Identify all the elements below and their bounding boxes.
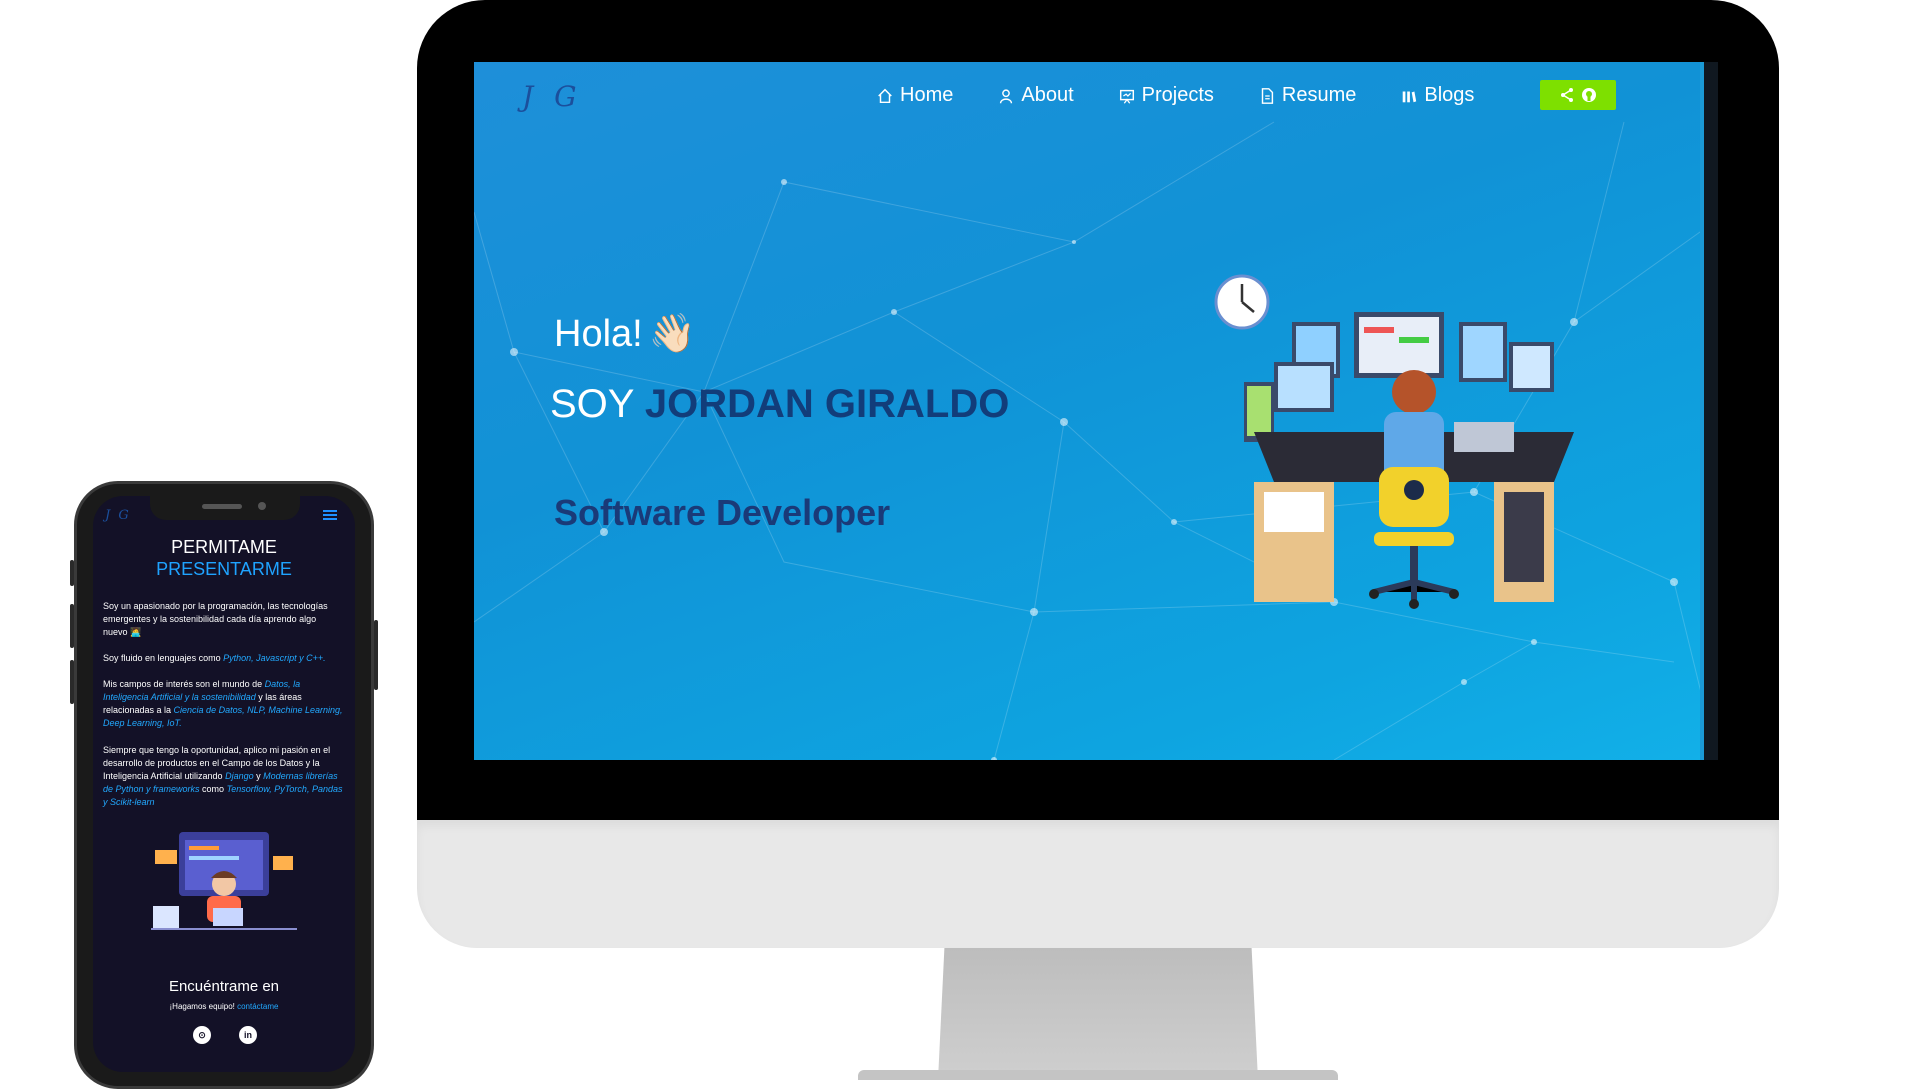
p4-django: Django: [225, 771, 254, 781]
nav-about-label: About: [1021, 84, 1074, 106]
nav-about[interactable]: About: [997, 84, 1074, 107]
navbar: J G Home About Projects Resume Blogs: [474, 62, 1700, 132]
github-icon[interactable]: ⊙: [193, 1026, 211, 1044]
p2-text: Soy fluido en lenguajes como: [103, 653, 224, 663]
phone-paragraph-4: Siempre que tengo la oportunidad, aplico…: [103, 744, 343, 809]
linkedin-icon[interactable]: in: [239, 1026, 257, 1044]
scrollbar[interactable]: [1700, 62, 1718, 760]
p4-text-3: como: [199, 784, 227, 794]
nav-menu: Home About Projects Resume Blogs: [876, 84, 1474, 107]
nav-home[interactable]: Home: [876, 84, 953, 107]
contact-cta-text: ¡Hagamos equipo!: [169, 1002, 238, 1011]
github-icon: [1582, 88, 1596, 102]
name-highlight: JORDAN GIRALDO: [644, 382, 1010, 426]
library-icon: [1403, 91, 1417, 102]
nav-resume-label: Resume: [1281, 84, 1357, 106]
phone-notch: [150, 494, 300, 520]
hero-greeting: Hola! 👋🏻: [554, 312, 696, 356]
find-me-heading: Encuéntrame en: [168, 978, 280, 995]
developer-illustration: [1214, 274, 1574, 609]
greeting-text: Hola!: [554, 313, 643, 355]
hero-name: SOY JORDAN GIRALDO: [550, 382, 1009, 427]
monitor-stand: [938, 948, 1258, 1080]
nav-resume[interactable]: Resume: [1258, 84, 1356, 107]
user-icon: [1000, 88, 1013, 103]
phone-volume-down-button: [70, 660, 74, 704]
phone-logo[interactable]: J G: [105, 508, 131, 523]
monitor-chin: [417, 820, 1779, 948]
hero-role: Software Developer: [554, 492, 891, 533]
hamburger-menu-icon[interactable]: [323, 508, 337, 522]
phone-volume-up-button: [70, 604, 74, 648]
phone-paragraph-1: Soy un apasionado por la programación, l…: [103, 601, 328, 637]
phone-section-title: PERMITAME PRESENTARME: [93, 536, 355, 580]
nav-blogs-label: Blogs: [1424, 84, 1475, 106]
desktop-screen: J G Home About Projects Resume Blogs Hol…: [474, 62, 1718, 760]
p2-languages: Python, Javascript y C++.: [223, 653, 326, 663]
home-icon: [878, 88, 892, 103]
nav-projects-label: Projects: [1141, 84, 1214, 106]
nav-home-label: Home: [900, 84, 954, 106]
coding-illustration: [151, 832, 297, 930]
phone-mute-button: [70, 560, 74, 586]
phone-power-button: [374, 620, 378, 690]
p4-text-2: y: [253, 771, 264, 781]
name-prefix: SOY: [550, 382, 645, 426]
p3-text-1: Mis campos de interés son el mundo de: [103, 679, 265, 689]
contact-cta: ¡Hagamos equipo! contáctame: [93, 1002, 355, 1011]
phone-paragraph-3: Mis campos de interés son el mundo de Da…: [103, 678, 343, 730]
phone-screen: J G PERMITAME PRESENTARME Soy un apasion…: [93, 496, 355, 1072]
share-icon: [1561, 88, 1573, 102]
phone-paragraph-2: Soy fluido en lenguajes como Python, Jav…: [103, 652, 343, 665]
phone-title-line2: PRESENTARME: [156, 559, 292, 579]
nav-projects[interactable]: Projects: [1118, 84, 1214, 107]
github-share-button[interactable]: [1540, 80, 1616, 110]
document-icon: [1261, 87, 1273, 104]
github-glyph: ⊙: [198, 1029, 206, 1040]
nav-blogs[interactable]: Blogs: [1400, 84, 1474, 107]
linkedin-glyph: in: [244, 1030, 252, 1040]
projects-icon: [1119, 89, 1134, 104]
monitor-base: [858, 1070, 1338, 1080]
wave-icon: 👋🏻: [648, 313, 697, 355]
contact-link[interactable]: contáctame: [237, 1002, 278, 1011]
site-logo[interactable]: J G: [522, 80, 583, 113]
phone-title-line1: PERMITAME: [171, 537, 277, 557]
